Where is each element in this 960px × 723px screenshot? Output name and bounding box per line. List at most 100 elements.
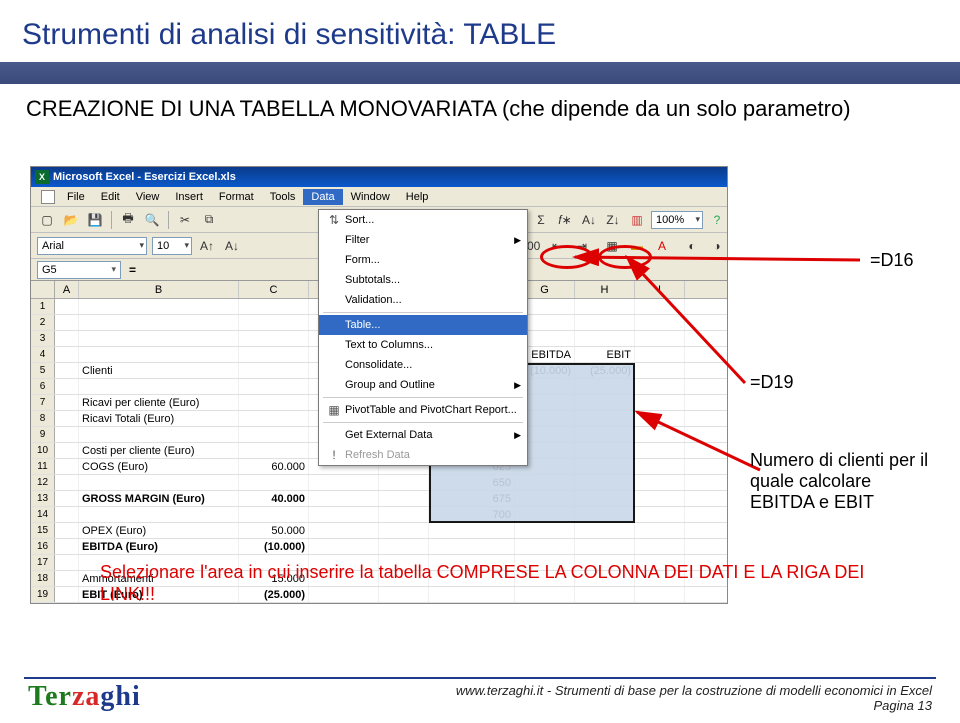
zoom-combo[interactable]: 100% — [651, 211, 703, 229]
cell[interactable] — [635, 507, 685, 522]
cell[interactable] — [575, 539, 635, 554]
increase-font-icon[interactable]: A↑ — [197, 236, 217, 256]
cell[interactable] — [379, 507, 429, 522]
grid-row[interactable]: 14700 — [31, 507, 727, 523]
row-header[interactable]: 12 — [31, 475, 55, 490]
cell[interactable] — [515, 539, 575, 554]
save-icon[interactable]: 💾 — [85, 210, 105, 230]
cell[interactable] — [635, 347, 685, 362]
cell[interactable] — [55, 411, 79, 426]
row-header[interactable]: 1 — [31, 299, 55, 314]
cell[interactable] — [429, 523, 515, 538]
cell[interactable] — [79, 507, 239, 522]
row-header[interactable]: 11 — [31, 459, 55, 474]
cell[interactable] — [55, 331, 79, 346]
cell[interactable] — [239, 299, 309, 314]
cell[interactable] — [515, 475, 575, 490]
cell[interactable] — [239, 475, 309, 490]
menu-tools[interactable]: Tools — [262, 189, 304, 205]
cell[interactable]: GROSS MARGIN (Euro) — [79, 491, 239, 506]
cell[interactable] — [635, 379, 685, 394]
open-icon[interactable]: 📂 — [61, 210, 81, 230]
row-header[interactable]: 3 — [31, 331, 55, 346]
cell[interactable] — [635, 315, 685, 330]
cell[interactable] — [55, 523, 79, 538]
row-header[interactable]: 9 — [31, 427, 55, 442]
cell[interactable] — [309, 475, 379, 490]
cell[interactable] — [55, 555, 79, 570]
cell[interactable] — [635, 427, 685, 442]
cell[interactable] — [79, 331, 239, 346]
cell[interactable] — [309, 523, 379, 538]
cell[interactable] — [239, 331, 309, 346]
col-H[interactable]: H — [575, 281, 635, 298]
cell[interactable] — [379, 539, 429, 554]
row-header[interactable]: 15 — [31, 523, 55, 538]
row-header[interactable]: 4 — [31, 347, 55, 362]
chart-icon[interactable]: ▥ — [627, 210, 647, 230]
row-header[interactable]: 13 — [31, 491, 55, 506]
cell[interactable] — [55, 315, 79, 330]
cell[interactable] — [79, 347, 239, 362]
copy-icon[interactable]: ⧉ — [199, 210, 219, 230]
cell[interactable]: EBIT — [575, 347, 635, 362]
menu-item[interactable]: ⇅Sort... — [319, 210, 527, 230]
cell[interactable] — [575, 443, 635, 458]
cell[interactable]: 650 — [429, 475, 515, 490]
menu-item[interactable]: Form... — [319, 250, 527, 270]
row-header[interactable]: 8 — [31, 411, 55, 426]
preview-icon[interactable]: 🔍 — [142, 210, 162, 230]
row-header[interactable]: 5 — [31, 363, 55, 378]
menu-item[interactable]: ▦PivotTable and PivotChart Report... — [319, 400, 527, 420]
cell[interactable] — [55, 459, 79, 474]
sort-asc-icon[interactable]: A↓ — [579, 210, 599, 230]
cell[interactable]: 60.000 — [239, 459, 309, 474]
cell[interactable]: Ricavi per cliente (Euro) — [79, 395, 239, 410]
cell[interactable]: EBITDA (Euro) — [79, 539, 239, 554]
cell[interactable]: Costi per cliente (Euro) — [79, 443, 239, 458]
help-icon[interactable]: ? — [707, 210, 727, 230]
cell[interactable] — [239, 427, 309, 442]
cell[interactable] — [515, 491, 575, 506]
cell[interactable] — [55, 587, 79, 602]
menu-item[interactable]: !Refresh Data — [319, 445, 527, 465]
cell[interactable]: COGS (Euro) — [79, 459, 239, 474]
grid-row[interactable]: 15 OPEX (Euro)50.000 — [31, 523, 727, 539]
cell[interactable] — [575, 315, 635, 330]
menu-edit[interactable]: Edit — [93, 189, 128, 205]
cell[interactable] — [575, 475, 635, 490]
fontcolor-icon[interactable]: A — [652, 236, 672, 256]
cell[interactable] — [309, 507, 379, 522]
menu-item[interactable]: Filter▶ — [319, 230, 527, 250]
cell[interactable] — [635, 459, 685, 474]
cell[interactable] — [79, 315, 239, 330]
menu-item[interactable]: Text to Columns... — [319, 335, 527, 355]
name-box[interactable]: G5▾ — [37, 261, 121, 279]
cell[interactable]: 50.000 — [239, 523, 309, 538]
cell[interactable] — [55, 491, 79, 506]
cell[interactable] — [55, 475, 79, 490]
cell[interactable] — [55, 379, 79, 394]
fontsize-combo[interactable]: 10 — [152, 237, 192, 255]
cell[interactable] — [239, 443, 309, 458]
cell[interactable] — [55, 571, 79, 586]
cell[interactable] — [379, 523, 429, 538]
col-C[interactable]: C — [239, 281, 309, 298]
menu-window[interactable]: Window — [343, 189, 398, 205]
col-A[interactable]: A — [55, 281, 79, 298]
autosum-icon[interactable]: Σ — [531, 210, 551, 230]
cell[interactable] — [635, 411, 685, 426]
cell[interactable] — [575, 459, 635, 474]
cell[interactable]: OPEX (Euro) — [79, 523, 239, 538]
cell[interactable] — [239, 347, 309, 362]
cell[interactable] — [55, 443, 79, 458]
cell[interactable] — [635, 523, 685, 538]
grid-row[interactable]: 13GROSS MARGIN (Euro)40.000675 — [31, 491, 727, 507]
cell[interactable] — [79, 475, 239, 490]
menu-item[interactable]: Group and Outline▶ — [319, 375, 527, 395]
cell[interactable] — [575, 379, 635, 394]
cell[interactable] — [79, 427, 239, 442]
menu-item[interactable]: Get External Data▶ — [319, 425, 527, 445]
extra2-icon[interactable]: ◑ — [707, 236, 727, 256]
row-header[interactable]: 19 — [31, 587, 55, 602]
